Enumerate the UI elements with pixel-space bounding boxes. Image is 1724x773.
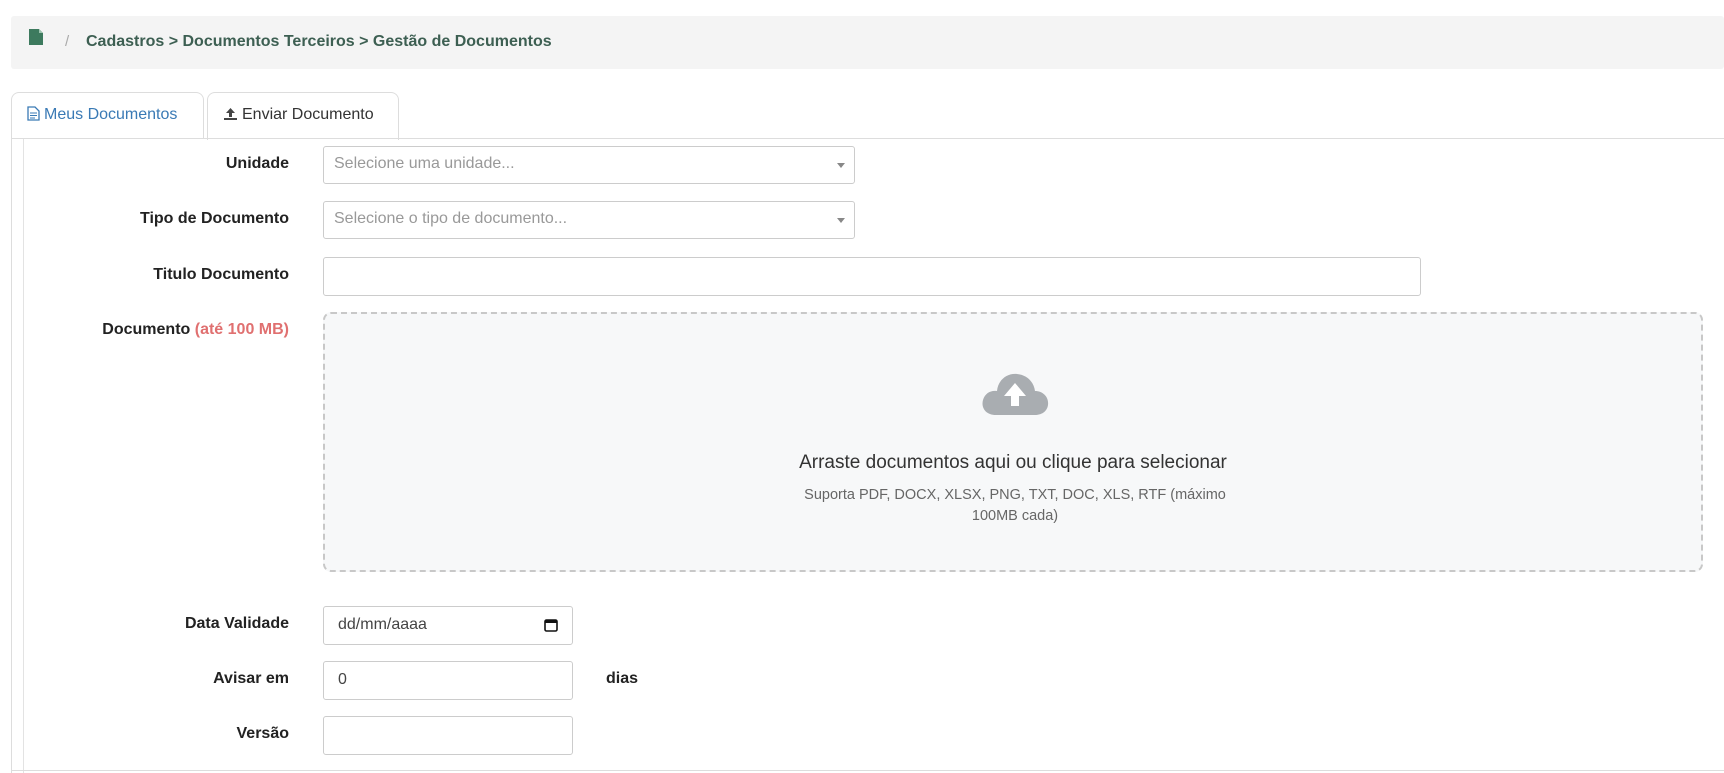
document-dropzone[interactable]: Arraste documentos aqui ou clique para s… [323, 312, 1703, 572]
chevron-down-icon [837, 163, 845, 168]
breadcrumb-separator: / [65, 33, 70, 50]
titulo-documento-input[interactable] [323, 257, 1421, 296]
upload-icon [224, 108, 237, 120]
calendar-icon[interactable] [544, 618, 558, 632]
dropzone-title: Arraste documentos aqui ou clique para s… [799, 452, 1227, 473]
tab-meus-documentos[interactable]: Meus Documentos [11, 92, 204, 139]
avisar-em-label: Avisar em [213, 670, 289, 687]
titulo-documento-label: Titulo Documento [153, 266, 289, 283]
tab-label: Meus Documentos [44, 106, 178, 123]
documento-size-hint: (até 100 MB) [194, 321, 289, 338]
tipo-documento-placeholder: Selecione o tipo de documento... [334, 210, 568, 227]
panel-divider [23, 139, 24, 773]
document-icon[interactable] [28, 28, 44, 46]
documento-label-text: Documento [102, 321, 191, 338]
file-text-icon [27, 106, 40, 121]
versao-input[interactable] [323, 716, 573, 755]
dropzone-subtitle: Suporta PDF, DOCX, XLSX, PNG, TXT, DOC, … [804, 487, 1226, 524]
date-placeholder: dd/mm/aaaa [338, 616, 427, 633]
versao-label: Versão [236, 725, 289, 742]
avisar-em-suffix: dias [606, 670, 639, 687]
chevron-down-icon [837, 218, 845, 223]
unidade-label: Unidade [225, 155, 289, 172]
panel-bottom-border [11, 770, 1724, 771]
tab-label: Enviar Documento [242, 106, 374, 123]
breadcrumb-path[interactable]: Cadastros > Documentos Terceiros > Gestã… [86, 33, 552, 51]
tipo-documento-label: Tipo de Documento [139, 210, 289, 227]
data-validade-input[interactable]: dd/mm/aaaa [323, 606, 573, 645]
data-validade-label: Data Validade [184, 615, 289, 632]
cloud-upload-icon [982, 373, 1049, 415]
unidade-select[interactable]: Selecione uma unidade... [323, 146, 855, 184]
tipo-documento-select[interactable]: Selecione o tipo de documento... [323, 201, 855, 239]
breadcrumb: / Cadastros > Documentos Terceiros > Ges… [11, 16, 1724, 69]
unidade-placeholder: Selecione uma unidade... [334, 155, 515, 172]
avisar-em-input[interactable]: 0 [323, 661, 573, 700]
tab-enviar-documento[interactable]: Enviar Documento [207, 92, 399, 140]
documento-label: Documento (até 100 MB) [102, 321, 289, 339]
